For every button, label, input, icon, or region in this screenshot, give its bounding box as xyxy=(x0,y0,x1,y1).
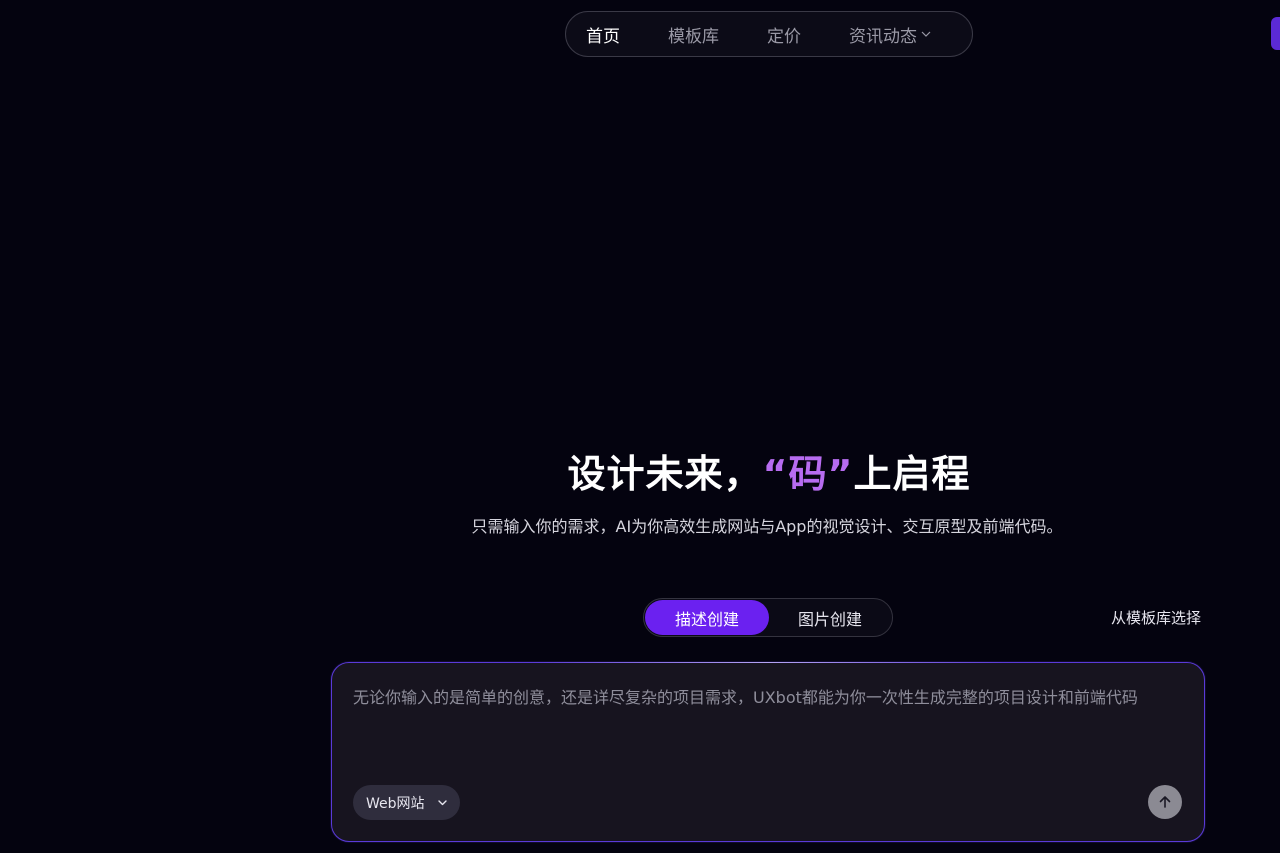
hero-title-text-end: 上启程 xyxy=(853,452,971,496)
prompt-box: Web网站 xyxy=(331,662,1205,842)
chevron-down-icon xyxy=(438,800,447,806)
send-button[interactable] xyxy=(1148,785,1182,819)
nav-item-label: 模板库 xyxy=(668,26,719,47)
header-action-button[interactable] xyxy=(1271,17,1280,50)
tab-describe-create[interactable]: 描述创建 xyxy=(645,600,769,635)
mode-switch: 描述创建 图片创建 xyxy=(643,598,893,637)
hero-title-accent: “码” xyxy=(762,452,854,496)
hero-title-text: 设计未来， xyxy=(567,452,763,496)
nav-item-home[interactable]: 首页 xyxy=(586,22,620,47)
choose-from-templates-link[interactable]: 从模板库选择 xyxy=(1111,607,1201,628)
project-type-value: Web网站 xyxy=(366,795,425,812)
nav-item-news[interactable]: 资讯动态 xyxy=(849,22,931,47)
page: 首页 模板库 定价 资讯动态 设计未来，“码”上启程 只需输入你的需求，AI为你… xyxy=(0,0,1280,853)
tab-image-create[interactable]: 图片创建 xyxy=(769,600,891,635)
nav-item-label: 首页 xyxy=(586,26,620,47)
nav-item-label: 资讯动态 xyxy=(849,26,917,47)
nav-item-pricing[interactable]: 定价 xyxy=(767,22,801,47)
hero-subtitle: 只需输入你的需求，AI为你高效生成网站与App的视觉设计、交互原型及前端代码。 xyxy=(471,517,1063,536)
prompt-input[interactable] xyxy=(353,685,1183,745)
chevron-down-icon xyxy=(921,31,931,37)
nav-item-label: 定价 xyxy=(767,26,801,47)
nav-item-templates[interactable]: 模板库 xyxy=(668,22,719,47)
hero-title: 设计未来，“码”上启程 xyxy=(0,443,1280,498)
top-nav: 首页 模板库 定价 资讯动态 xyxy=(565,11,973,57)
prompt-box-glow xyxy=(532,662,1004,663)
project-type-select[interactable]: Web网站 xyxy=(353,785,460,820)
arrow-up-icon xyxy=(1159,796,1171,808)
